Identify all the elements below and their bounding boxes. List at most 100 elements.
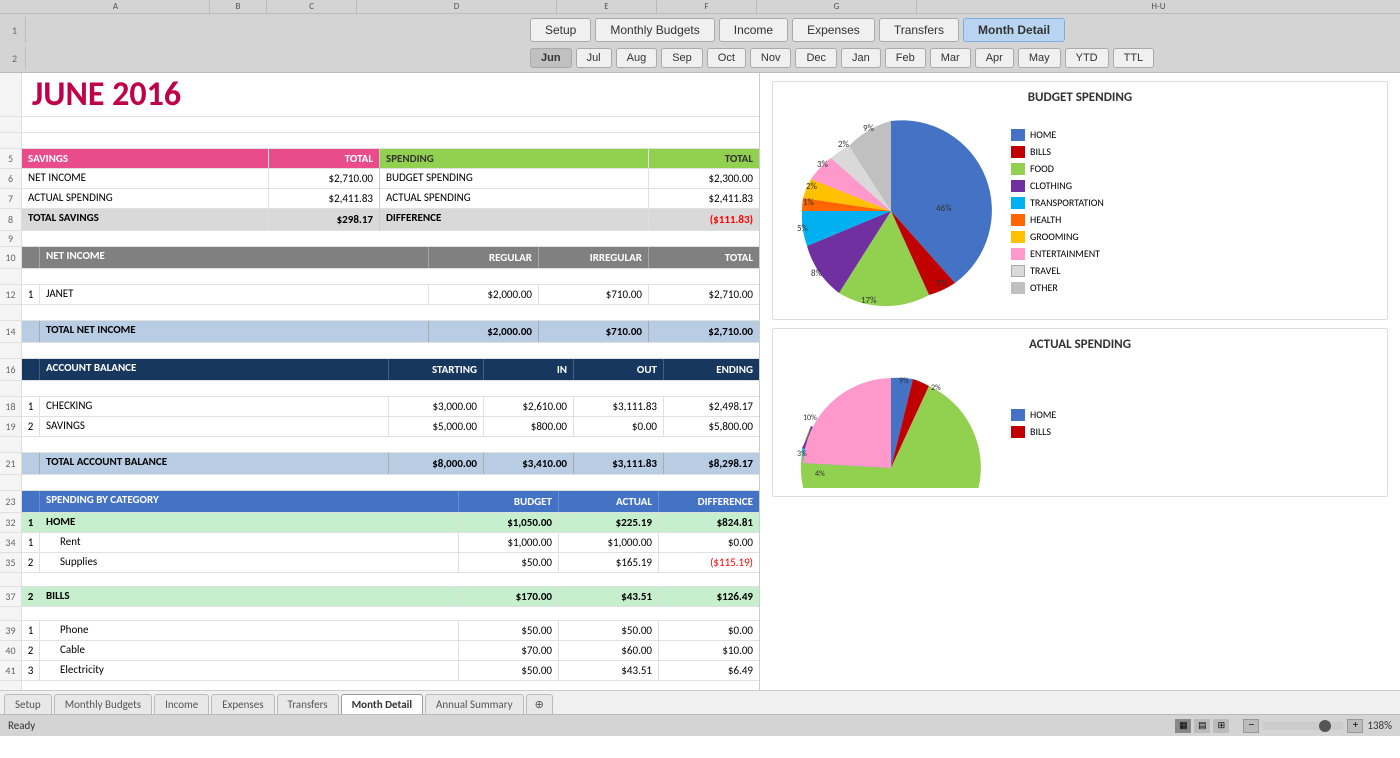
spending-header-total: TOTAL	[649, 149, 759, 168]
svg-text:5%: 5%	[797, 223, 809, 234]
actual-spending-right-value: $2,411.83	[649, 189, 759, 208]
tab-add[interactable]: ⊕	[526, 694, 553, 714]
month-aug[interactable]: Aug	[616, 48, 658, 68]
ab-row2-starting: $5,000.00	[389, 417, 484, 436]
sc-rent-diff: $0.00	[659, 533, 759, 552]
ab-row2-label: SAVINGS	[40, 417, 389, 436]
sc-home-diff: $824.81	[659, 513, 759, 532]
ni-row1-regular: $2,000.00	[429, 285, 539, 304]
month-feb[interactable]: Feb	[885, 48, 926, 68]
ab-header-label: ACCOUNT BALANCE	[40, 359, 389, 380]
month-jun[interactable]: Jun	[530, 48, 572, 68]
tab-annual-summary[interactable]: Annual Summary	[425, 694, 524, 714]
sc-bills-budget: $170.00	[459, 587, 559, 606]
zoom-handle[interactable]	[1319, 720, 1331, 732]
actual-spending-savings-label: ACTUAL SPENDING	[22, 189, 269, 208]
net-income-label: NET INCOME	[22, 169, 269, 188]
row-num-22	[0, 475, 22, 490]
col-header-rest: H-U	[917, 0, 1400, 13]
row-num-23: 23	[0, 491, 22, 512]
svg-text:3%: 3%	[817, 159, 829, 170]
ni-row1-label: JANET	[40, 285, 429, 304]
row-num-5: 5	[0, 149, 22, 168]
nav-monthly-budgets[interactable]: Monthly Budgets	[595, 18, 714, 42]
row-num-7: 7	[0, 189, 22, 208]
month-ytd[interactable]: YTD	[1065, 48, 1109, 68]
ni-total-irregular: $710.00	[539, 321, 649, 342]
month-may[interactable]: May	[1018, 48, 1061, 68]
row-num-10: 10	[0, 247, 22, 268]
month-ttl[interactable]: TTL	[1113, 48, 1155, 68]
sc-supplies-label: Supplies	[40, 553, 459, 572]
month-mar[interactable]: Mar	[930, 48, 971, 68]
view-page[interactable]: ⊞	[1213, 719, 1229, 733]
actual-spending-right-label: ACTUAL SPENDING	[380, 189, 649, 208]
tab-expenses[interactable]: Expenses	[211, 694, 274, 714]
ni-row1-irregular: $710.00	[539, 285, 649, 304]
ab-header-starting: STARTING	[389, 359, 484, 380]
net-income-value: $2,710.00	[269, 169, 379, 188]
zoom-in[interactable]: +	[1347, 719, 1363, 733]
row-num-8: 8	[0, 209, 22, 230]
col-header-G: G	[757, 0, 917, 13]
sc-elec-label: Electricity	[40, 661, 459, 680]
ni-total-num-cell	[22, 321, 40, 342]
ab-row1-starting: $3,000.00	[389, 397, 484, 416]
ni-total-regular: $2,000.00	[429, 321, 539, 342]
ab-total-out: $3,111.83	[574, 453, 664, 474]
tab-setup[interactable]: Setup	[4, 694, 52, 714]
month-jul[interactable]: Jul	[576, 48, 612, 68]
zoom-slider[interactable]	[1263, 722, 1343, 730]
month-jan[interactable]: Jan	[841, 48, 881, 68]
sc-home-actual: $225.19	[559, 513, 659, 532]
sc-home-budget: $1,050.00	[459, 513, 559, 532]
total-savings-value: $298.17	[269, 209, 379, 230]
row-num-40: 40	[0, 641, 22, 660]
nav-transfers[interactable]: Transfers	[879, 18, 959, 42]
legend-bills: BILLS	[1030, 145, 1051, 158]
nav-expenses[interactable]: Expenses	[792, 18, 875, 42]
sc-rent-actual: $1,000.00	[559, 533, 659, 552]
month-apr[interactable]: Apr	[975, 48, 1014, 68]
ab-row2-ending: $5,800.00	[664, 417, 759, 436]
page-title-cell: JUNE 2016	[22, 73, 191, 119]
row-num-17	[0, 381, 22, 396]
zoom-out[interactable]: −	[1243, 719, 1259, 733]
sc-supplies-actual: $165.19	[559, 553, 659, 572]
view-normal[interactable]: ▦	[1175, 719, 1191, 733]
sc-elec-diff: $6.49	[659, 661, 759, 680]
sc-supplies-diff: ($115.19)	[659, 553, 759, 572]
month-sep[interactable]: Sep	[661, 48, 703, 68]
actual-spending-chart-container: ACTUAL SPENDING	[772, 328, 1388, 497]
ab-row2-out: $0.00	[574, 417, 664, 436]
svg-text:46%: 46%	[936, 203, 952, 214]
sc-header-budget: BUDGET	[459, 491, 559, 512]
tab-transfers[interactable]: Transfers	[277, 694, 339, 714]
tab-income[interactable]: Income	[154, 694, 209, 714]
ni-row1-num: 1	[22, 285, 40, 304]
view-buttons: ▦ ▤ ⊞	[1175, 719, 1229, 733]
ni-total-label: TOTAL NET INCOME	[40, 321, 429, 342]
row-num-6: 6	[0, 169, 22, 188]
status-text: Ready	[8, 719, 35, 732]
nav-income[interactable]: Income	[719, 18, 788, 42]
nav-setup[interactable]: Setup	[530, 18, 591, 42]
row-num-15	[0, 343, 22, 358]
month-oct[interactable]: Oct	[707, 48, 746, 68]
row-num-20	[0, 437, 22, 452]
nav-month-detail[interactable]: Month Detail	[963, 18, 1065, 42]
sc-supplies-num: 2	[22, 553, 40, 572]
month-nov[interactable]: Nov	[750, 48, 792, 68]
ni-col-num	[22, 247, 40, 268]
sc-home-label: HOME	[40, 513, 459, 532]
tab-month-detail[interactable]: Month Detail	[341, 694, 423, 714]
tab-monthly-budgets[interactable]: Monthly Budgets	[54, 694, 152, 714]
month-buttons: Jun Jul Aug Sep Oct Nov Dec Jan Feb Mar …	[530, 48, 1154, 68]
month-dec[interactable]: Dec	[795, 48, 837, 68]
ab-header-ending: ENDING	[664, 359, 759, 380]
view-layout[interactable]: ▤	[1194, 719, 1210, 733]
sc-elec-budget: $50.00	[459, 661, 559, 680]
ni-total-total: $2,710.00	[649, 321, 759, 342]
sc-cable-label: Cable	[40, 641, 459, 660]
col-header-E: E	[557, 0, 657, 13]
